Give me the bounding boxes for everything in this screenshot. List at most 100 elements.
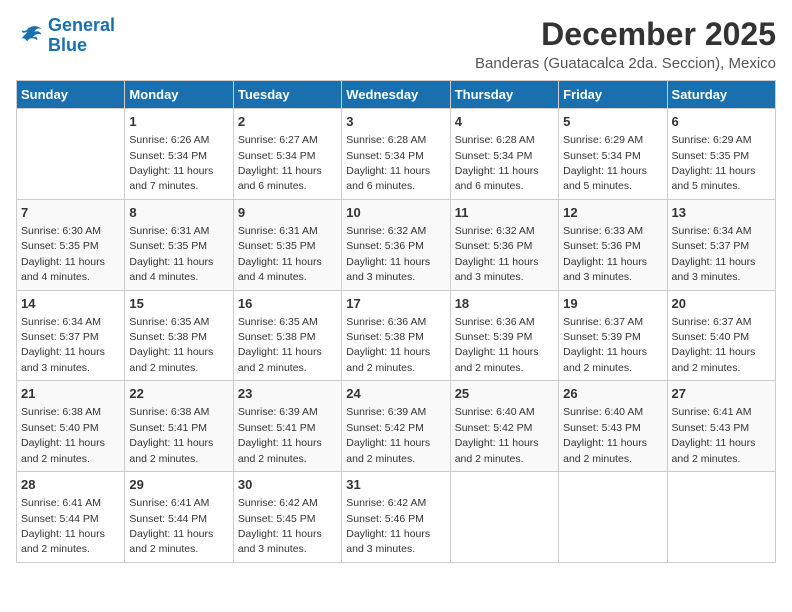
calendar-cell: 12 Sunrise: 6:33 AMSunset: 5:36 PMDaylig… — [559, 199, 667, 290]
day-info: Sunrise: 6:30 AMSunset: 5:35 PMDaylight:… — [21, 225, 105, 283]
day-info: Sunrise: 6:40 AMSunset: 5:42 PMDaylight:… — [455, 406, 539, 464]
calendar-week-row: 28 Sunrise: 6:41 AMSunset: 5:44 PMDaylig… — [17, 472, 776, 563]
day-info: Sunrise: 6:42 AMSunset: 5:46 PMDaylight:… — [346, 497, 430, 555]
logo-bird-icon — [16, 22, 44, 50]
day-number: 31 — [346, 476, 445, 494]
calendar-cell: 26 Sunrise: 6:40 AMSunset: 5:43 PMDaylig… — [559, 381, 667, 472]
calendar-cell — [559, 472, 667, 563]
day-info: Sunrise: 6:35 AMSunset: 5:38 PMDaylight:… — [129, 316, 213, 374]
calendar-cell — [667, 472, 775, 563]
day-info: Sunrise: 6:37 AMSunset: 5:39 PMDaylight:… — [563, 316, 647, 374]
day-number: 21 — [21, 385, 120, 403]
day-info: Sunrise: 6:35 AMSunset: 5:38 PMDaylight:… — [238, 316, 322, 374]
day-info: Sunrise: 6:29 AMSunset: 5:34 PMDaylight:… — [563, 134, 647, 192]
day-number: 14 — [21, 295, 120, 313]
calendar-cell: 3 Sunrise: 6:28 AMSunset: 5:34 PMDayligh… — [342, 109, 450, 200]
calendar-week-row: 21 Sunrise: 6:38 AMSunset: 5:40 PMDaylig… — [17, 381, 776, 472]
day-number: 10 — [346, 204, 445, 222]
calendar-week-row: 14 Sunrise: 6:34 AMSunset: 5:37 PMDaylig… — [17, 290, 776, 381]
calendar-week-row: 1 Sunrise: 6:26 AMSunset: 5:34 PMDayligh… — [17, 109, 776, 200]
calendar-cell: 6 Sunrise: 6:29 AMSunset: 5:35 PMDayligh… — [667, 109, 775, 200]
day-number: 15 — [129, 295, 228, 313]
calendar-cell: 11 Sunrise: 6:32 AMSunset: 5:36 PMDaylig… — [450, 199, 558, 290]
calendar-cell: 4 Sunrise: 6:28 AMSunset: 5:34 PMDayligh… — [450, 109, 558, 200]
calendar-cell: 13 Sunrise: 6:34 AMSunset: 5:37 PMDaylig… — [667, 199, 775, 290]
day-number: 24 — [346, 385, 445, 403]
day-info: Sunrise: 6:28 AMSunset: 5:34 PMDaylight:… — [455, 134, 539, 192]
calendar-cell: 21 Sunrise: 6:38 AMSunset: 5:40 PMDaylig… — [17, 381, 125, 472]
day-number: 28 — [21, 476, 120, 494]
day-info: Sunrise: 6:40 AMSunset: 5:43 PMDaylight:… — [563, 406, 647, 464]
day-info: Sunrise: 6:31 AMSunset: 5:35 PMDaylight:… — [238, 225, 322, 283]
day-number: 13 — [672, 204, 771, 222]
day-info: Sunrise: 6:39 AMSunset: 5:42 PMDaylight:… — [346, 406, 430, 464]
calendar-cell: 7 Sunrise: 6:30 AMSunset: 5:35 PMDayligh… — [17, 199, 125, 290]
day-info: Sunrise: 6:39 AMSunset: 5:41 PMDaylight:… — [238, 406, 322, 464]
day-header: Monday — [125, 81, 233, 109]
day-info: Sunrise: 6:28 AMSunset: 5:34 PMDaylight:… — [346, 134, 430, 192]
day-number: 11 — [455, 204, 554, 222]
calendar-cell — [450, 472, 558, 563]
day-number: 2 — [238, 113, 337, 131]
day-info: Sunrise: 6:26 AMSunset: 5:34 PMDaylight:… — [129, 134, 213, 192]
calendar-cell — [17, 109, 125, 200]
day-info: Sunrise: 6:31 AMSunset: 5:35 PMDaylight:… — [129, 225, 213, 283]
calendar-table: SundayMondayTuesdayWednesdayThursdayFrid… — [16, 80, 776, 563]
day-info: Sunrise: 6:36 AMSunset: 5:39 PMDaylight:… — [455, 316, 539, 374]
day-number: 22 — [129, 385, 228, 403]
day-info: Sunrise: 6:42 AMSunset: 5:45 PMDaylight:… — [238, 497, 322, 555]
calendar-cell: 23 Sunrise: 6:39 AMSunset: 5:41 PMDaylig… — [233, 381, 341, 472]
day-number: 19 — [563, 295, 662, 313]
day-info: Sunrise: 6:37 AMSunset: 5:40 PMDaylight:… — [672, 316, 756, 374]
day-info: Sunrise: 6:38 AMSunset: 5:41 PMDaylight:… — [129, 406, 213, 464]
day-header: Friday — [559, 81, 667, 109]
calendar-cell: 16 Sunrise: 6:35 AMSunset: 5:38 PMDaylig… — [233, 290, 341, 381]
day-info: Sunrise: 6:41 AMSunset: 5:43 PMDaylight:… — [672, 406, 756, 464]
day-info: Sunrise: 6:34 AMSunset: 5:37 PMDaylight:… — [21, 316, 105, 374]
day-info: Sunrise: 6:41 AMSunset: 5:44 PMDaylight:… — [129, 497, 213, 555]
day-info: Sunrise: 6:38 AMSunset: 5:40 PMDaylight:… — [21, 406, 105, 464]
calendar-cell: 22 Sunrise: 6:38 AMSunset: 5:41 PMDaylig… — [125, 381, 233, 472]
day-number: 30 — [238, 476, 337, 494]
day-number: 8 — [129, 204, 228, 222]
day-info: Sunrise: 6:27 AMSunset: 5:34 PMDaylight:… — [238, 134, 322, 192]
day-info: Sunrise: 6:29 AMSunset: 5:35 PMDaylight:… — [672, 134, 756, 192]
day-number: 6 — [672, 113, 771, 131]
calendar-cell: 28 Sunrise: 6:41 AMSunset: 5:44 PMDaylig… — [17, 472, 125, 563]
page-header: General Blue December 2025 Banderas (Gua… — [16, 16, 776, 72]
calendar-cell: 29 Sunrise: 6:41 AMSunset: 5:44 PMDaylig… — [125, 472, 233, 563]
day-info: Sunrise: 6:33 AMSunset: 5:36 PMDaylight:… — [563, 225, 647, 283]
logo-text: General Blue — [48, 16, 115, 56]
calendar-cell: 10 Sunrise: 6:32 AMSunset: 5:36 PMDaylig… — [342, 199, 450, 290]
day-number: 17 — [346, 295, 445, 313]
day-header: Thursday — [450, 81, 558, 109]
day-header: Sunday — [17, 81, 125, 109]
calendar-cell: 5 Sunrise: 6:29 AMSunset: 5:34 PMDayligh… — [559, 109, 667, 200]
day-header: Saturday — [667, 81, 775, 109]
calendar-cell: 20 Sunrise: 6:37 AMSunset: 5:40 PMDaylig… — [667, 290, 775, 381]
calendar-cell: 8 Sunrise: 6:31 AMSunset: 5:35 PMDayligh… — [125, 199, 233, 290]
day-number: 27 — [672, 385, 771, 403]
day-number: 9 — [238, 204, 337, 222]
day-number: 23 — [238, 385, 337, 403]
day-number: 3 — [346, 113, 445, 131]
calendar-cell: 19 Sunrise: 6:37 AMSunset: 5:39 PMDaylig… — [559, 290, 667, 381]
day-header: Wednesday — [342, 81, 450, 109]
logo: General Blue — [16, 16, 115, 56]
calendar-cell: 30 Sunrise: 6:42 AMSunset: 5:45 PMDaylig… — [233, 472, 341, 563]
day-info: Sunrise: 6:32 AMSunset: 5:36 PMDaylight:… — [346, 225, 430, 283]
day-number: 25 — [455, 385, 554, 403]
day-info: Sunrise: 6:34 AMSunset: 5:37 PMDaylight:… — [672, 225, 756, 283]
day-info: Sunrise: 6:32 AMSunset: 5:36 PMDaylight:… — [455, 225, 539, 283]
calendar-cell: 9 Sunrise: 6:31 AMSunset: 5:35 PMDayligh… — [233, 199, 341, 290]
day-number: 29 — [129, 476, 228, 494]
day-number: 5 — [563, 113, 662, 131]
calendar-cell: 17 Sunrise: 6:36 AMSunset: 5:38 PMDaylig… — [342, 290, 450, 381]
calendar-cell: 25 Sunrise: 6:40 AMSunset: 5:42 PMDaylig… — [450, 381, 558, 472]
calendar-cell: 2 Sunrise: 6:27 AMSunset: 5:34 PMDayligh… — [233, 109, 341, 200]
calendar-cell: 15 Sunrise: 6:35 AMSunset: 5:38 PMDaylig… — [125, 290, 233, 381]
day-info: Sunrise: 6:36 AMSunset: 5:38 PMDaylight:… — [346, 316, 430, 374]
calendar-cell: 1 Sunrise: 6:26 AMSunset: 5:34 PMDayligh… — [125, 109, 233, 200]
calendar-week-row: 7 Sunrise: 6:30 AMSunset: 5:35 PMDayligh… — [17, 199, 776, 290]
calendar-cell: 24 Sunrise: 6:39 AMSunset: 5:42 PMDaylig… — [342, 381, 450, 472]
